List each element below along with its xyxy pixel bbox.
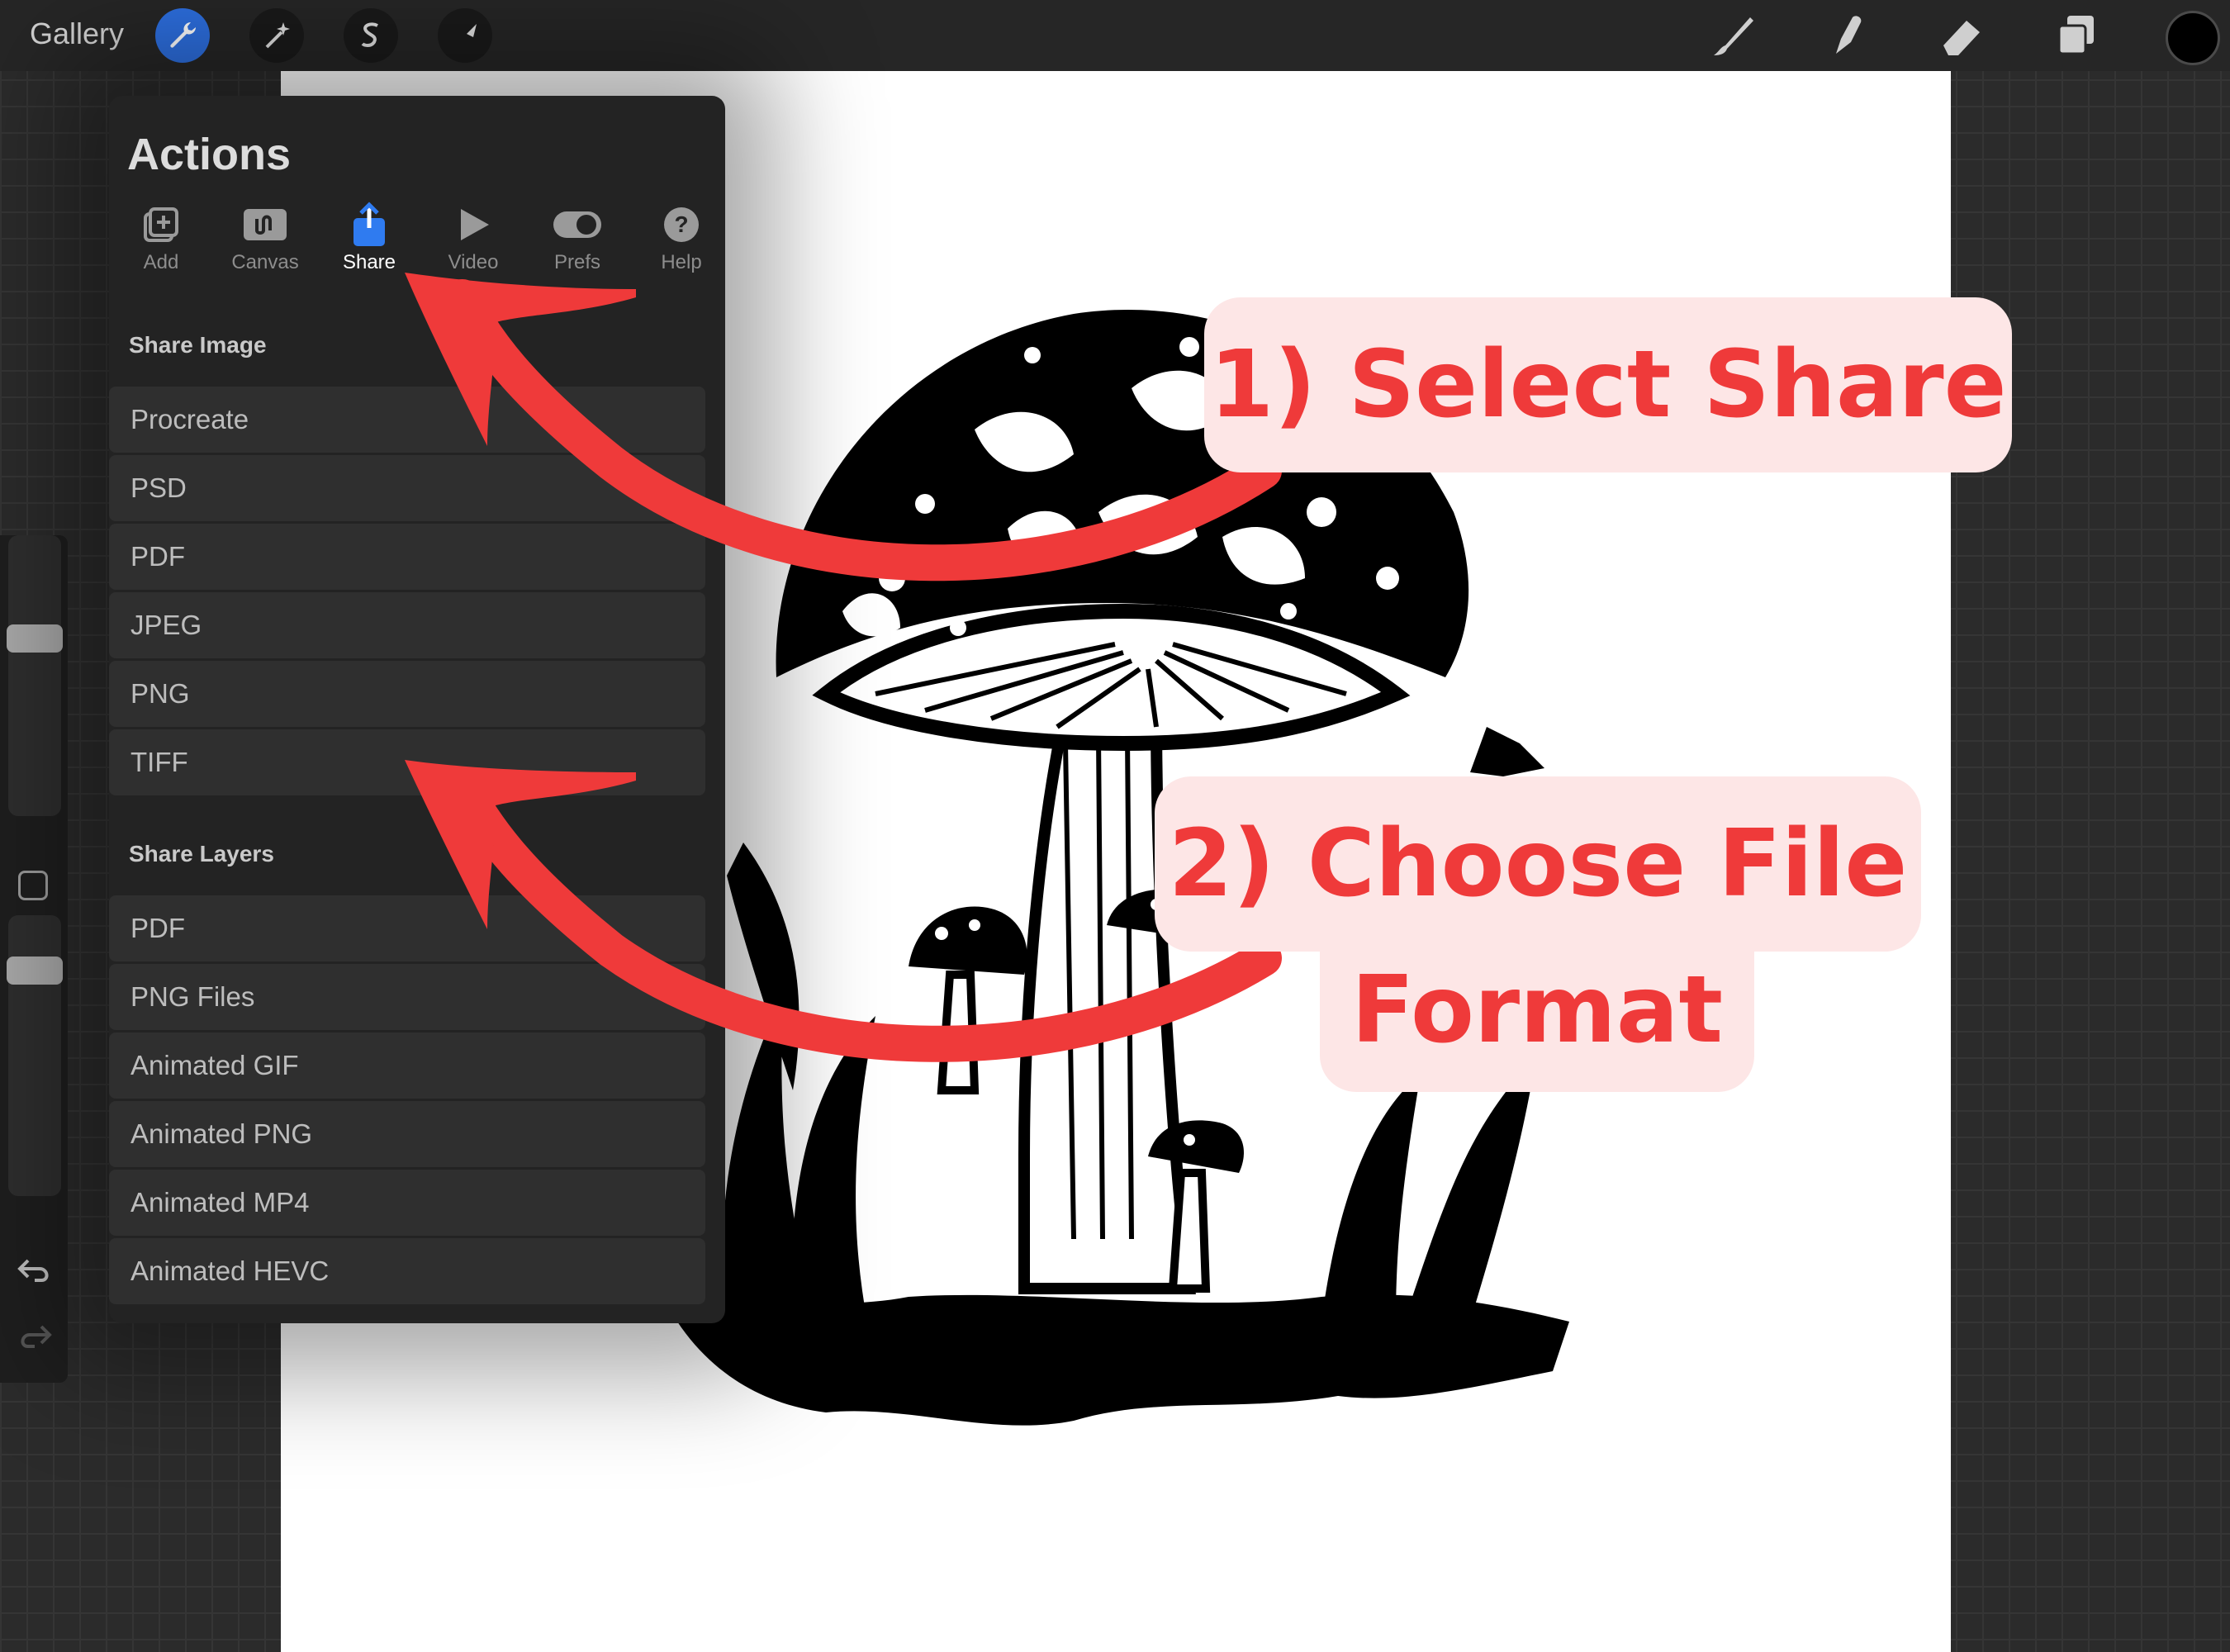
step1-callout: 1) Select Share [1204, 297, 2012, 472]
arrow-to-share [405, 273, 1282, 582]
arrow-to-format-list [405, 760, 1282, 1062]
step2-callout-line2: Format [1320, 928, 1754, 1092]
step2-callout-line1: 2) Choose File [1155, 776, 1921, 952]
